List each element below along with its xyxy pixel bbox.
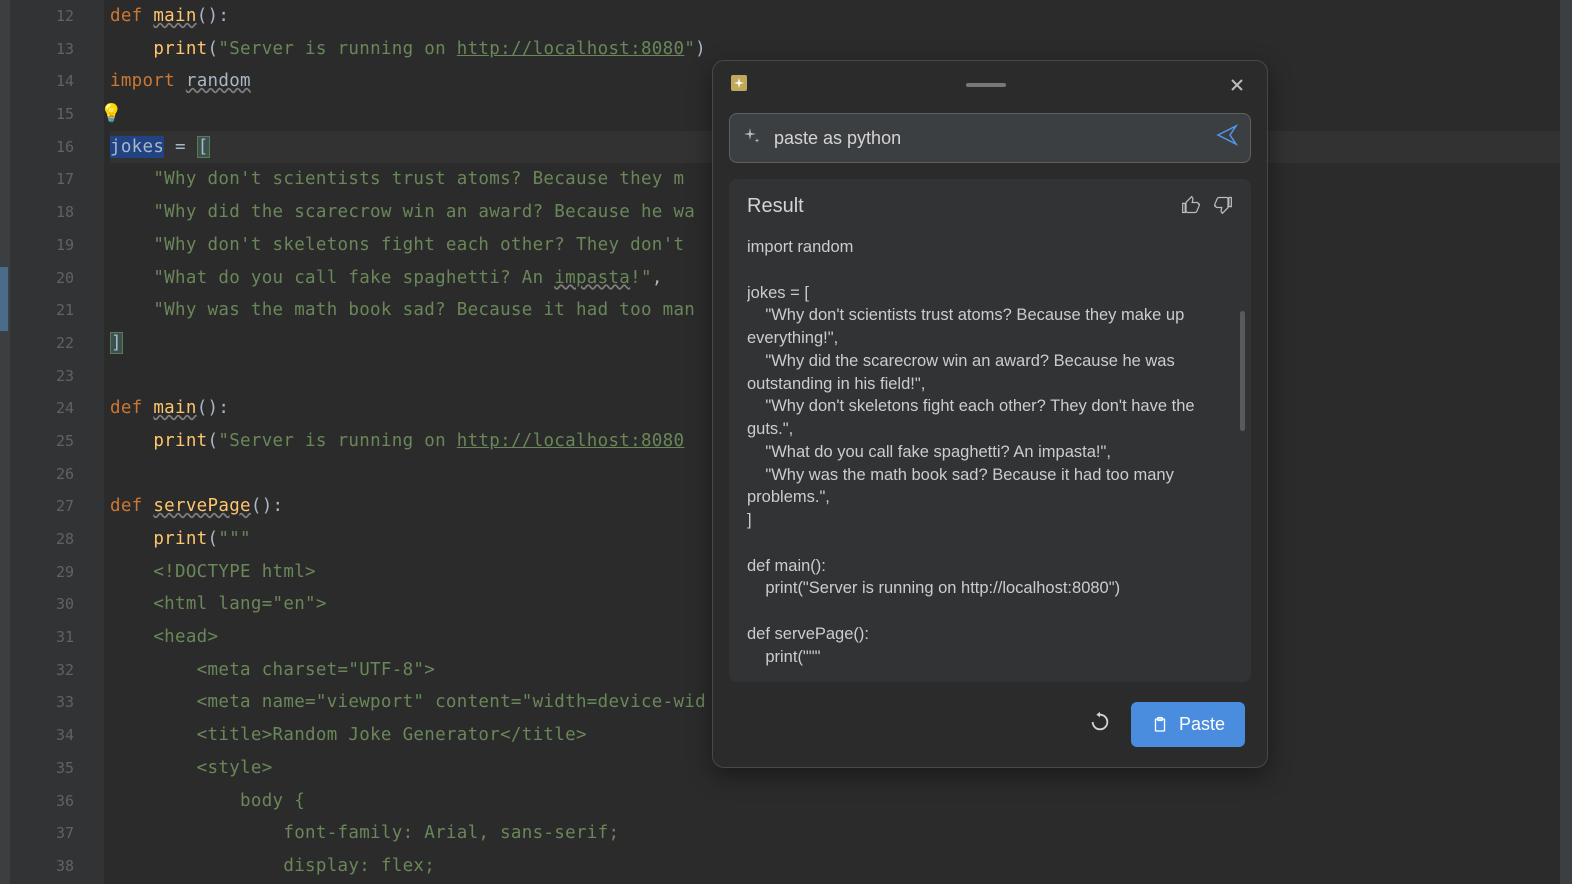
thumbs-up-icon	[1181, 195, 1201, 215]
line-number[interactable]: 22	[10, 327, 74, 360]
line-number[interactable]: 23	[10, 360, 74, 393]
line-number[interactable]: 36	[10, 785, 74, 818]
paste-button-label: Paste	[1179, 714, 1225, 735]
popup-footer: Paste	[713, 682, 1267, 767]
intention-bulb-icon[interactable]: 💡	[100, 98, 123, 131]
left-margin	[0, 0, 10, 884]
feedback-buttons	[1181, 195, 1233, 218]
code-line: body {	[110, 785, 1572, 818]
result-section: Result import random jokes = [ "Why don'…	[729, 179, 1251, 682]
regenerate-button[interactable]	[1089, 711, 1111, 739]
code-line: font-family: Arial, sans-serif;	[110, 817, 1572, 850]
line-number[interactable]: 16	[10, 131, 74, 164]
line-number[interactable]: 17	[10, 163, 74, 196]
line-number[interactable]: 38	[10, 850, 74, 883]
thumbs-down-button[interactable]	[1213, 195, 1233, 218]
line-number[interactable]: 31	[10, 621, 74, 654]
line-number[interactable]: 13	[10, 33, 74, 66]
code-line: def main():	[110, 0, 1572, 33]
line-number[interactable]: 27	[10, 490, 74, 523]
popup-header	[713, 61, 1267, 109]
line-number[interactable]: 20	[10, 262, 74, 295]
line-number-gutter: 12 13 14 15 16 17 18 19 20 21 22 23 24 2…	[10, 0, 90, 884]
prompt-input-container	[729, 113, 1251, 163]
close-icon	[1229, 77, 1245, 93]
line-number[interactable]: 33	[10, 686, 74, 719]
thumbs-up-button[interactable]	[1181, 195, 1201, 218]
send-button[interactable]	[1216, 124, 1238, 152]
line-number[interactable]: 30	[10, 588, 74, 621]
paste-button[interactable]: Paste	[1131, 702, 1245, 747]
line-number[interactable]: 37	[10, 817, 74, 850]
editor-scrollbar[interactable]	[1560, 0, 1572, 884]
thumbs-down-icon	[1213, 195, 1233, 215]
sparkle-icon	[742, 126, 762, 151]
line-number[interactable]: 29	[10, 556, 74, 589]
code-line: display: flex;	[110, 850, 1572, 883]
line-number[interactable]: 28	[10, 523, 74, 556]
line-number[interactable]: 26	[10, 458, 74, 491]
close-button[interactable]	[1223, 71, 1251, 99]
line-number[interactable]: 24	[10, 392, 74, 425]
line-number[interactable]: 35	[10, 752, 74, 785]
line-number[interactable]: 12	[10, 0, 74, 33]
drag-handle[interactable]	[966, 83, 1006, 87]
modified-marker	[0, 267, 8, 331]
line-number[interactable]: 32	[10, 654, 74, 687]
reload-icon	[1089, 711, 1111, 733]
clipboard-icon	[1151, 716, 1169, 734]
fold-gutter	[90, 0, 104, 884]
result-title: Result	[747, 195, 804, 218]
line-number[interactable]: 14	[10, 65, 74, 98]
result-scrollbar[interactable]	[1240, 311, 1245, 431]
result-content[interactable]: import random jokes = [ "Why don't scien…	[747, 236, 1233, 666]
line-number[interactable]: 25	[10, 425, 74, 458]
ai-sparkle-badge-icon	[729, 73, 749, 98]
prompt-input[interactable]	[774, 128, 1216, 149]
send-icon	[1216, 124, 1238, 146]
line-number[interactable]: 21	[10, 294, 74, 327]
line-number[interactable]: 15	[10, 98, 74, 131]
line-number[interactable]: 34	[10, 719, 74, 752]
ai-assistant-popup: Result import random jokes = [ "Why don'…	[712, 60, 1268, 768]
result-header: Result	[747, 195, 1233, 218]
line-number[interactable]: 18	[10, 196, 74, 229]
line-number[interactable]: 19	[10, 229, 74, 262]
